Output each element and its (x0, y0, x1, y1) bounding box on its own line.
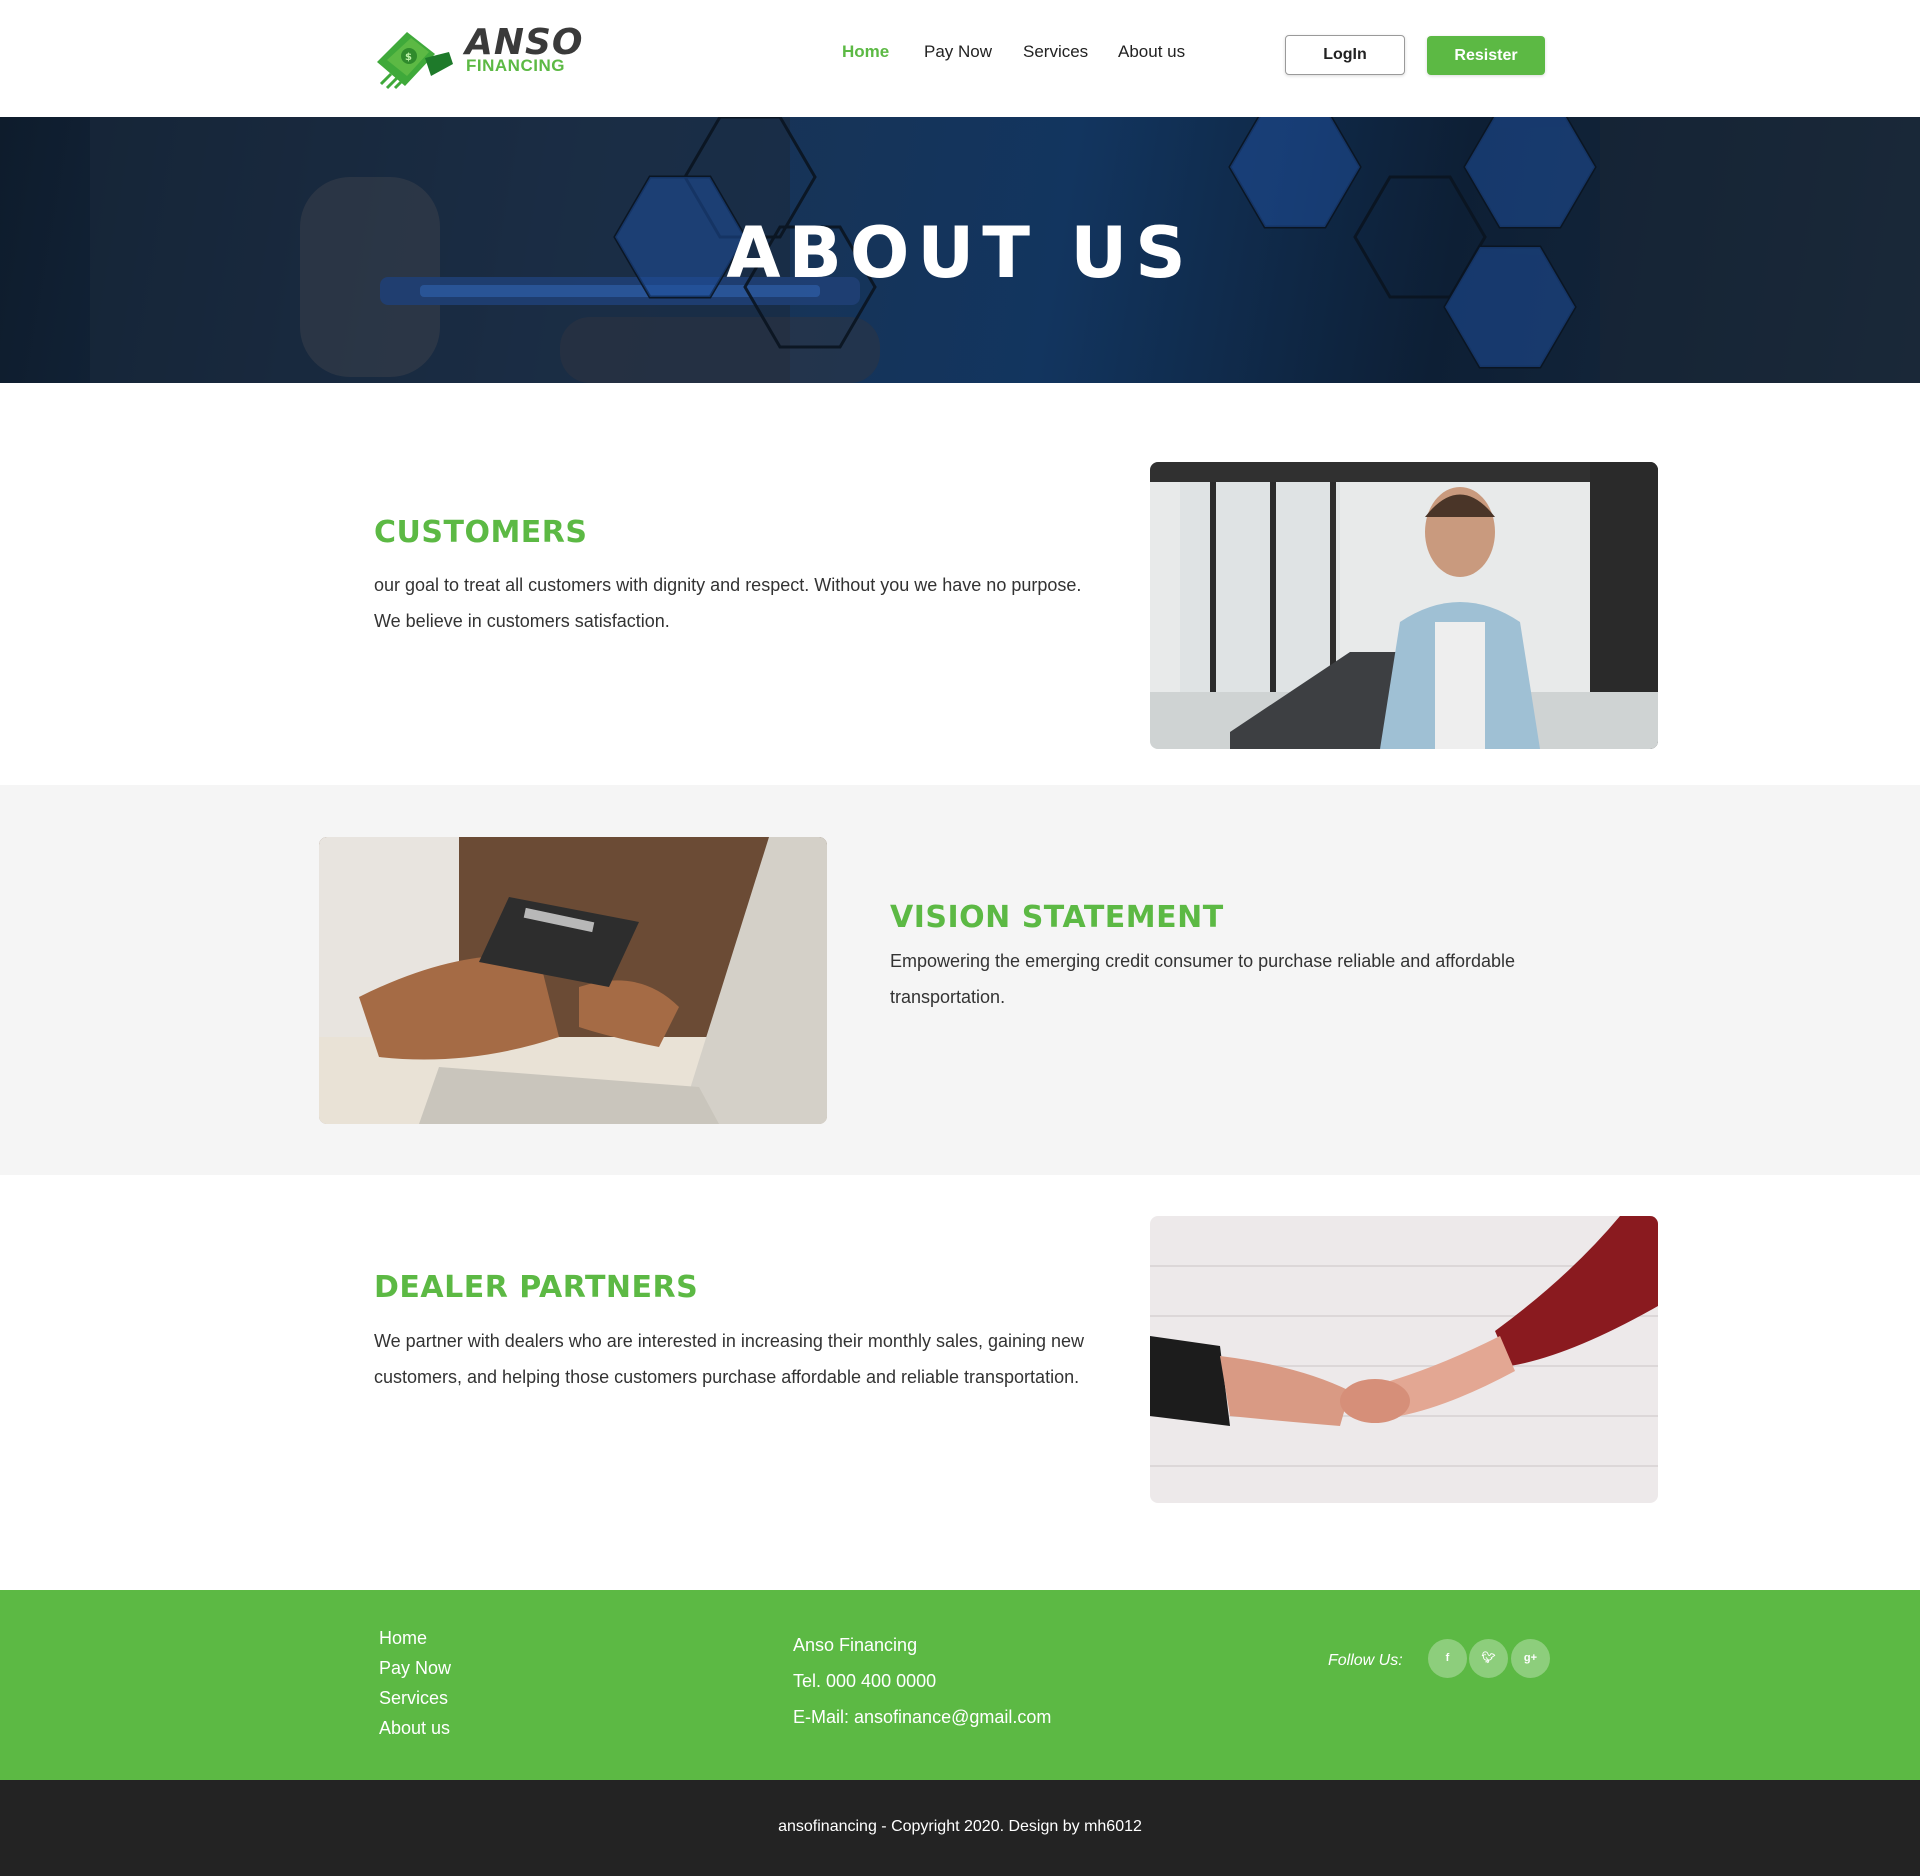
customers-text: our goal to treat all customers with dig… (374, 575, 1082, 631)
vision-photo (319, 837, 827, 1124)
footer-link-home[interactable]: Home (379, 1628, 427, 1649)
copyright-bar: ansofinancing - Copyright 2020. Design b… (0, 1780, 1920, 1876)
footer-link-about-us[interactable]: About us (379, 1718, 450, 1739)
nav-home[interactable]: Home (842, 42, 889, 62)
main-nav: Home Pay Now Services About us (0, 42, 1920, 72)
nav-services[interactable]: Services (1023, 42, 1088, 62)
footer-link-pay-now[interactable]: Pay Now (379, 1658, 451, 1679)
follow-us-label: Follow Us: (1328, 1652, 1403, 1669)
vision-text: Empowering the emerging credit consumer … (890, 951, 1516, 1007)
footer-email[interactable]: E-Mail: ansofinance@gmail.com (793, 1707, 1051, 1728)
facebook-icon[interactable]: f (1428, 1639, 1467, 1678)
copyright-text: ansofinancing - Copyright 2020. Design b… (778, 1818, 1142, 1835)
hero-banner: ABOUT US (0, 117, 1920, 383)
footer-link-services[interactable]: Services (379, 1688, 448, 1709)
register-button[interactable]: Resister (1427, 36, 1545, 75)
nav-pay-now[interactable]: Pay Now (924, 42, 992, 62)
dealer-partners-heading: DEALER PARTNERS (374, 1270, 699, 1305)
site-footer: Home Pay Now Services About us Anso Fina… (0, 1590, 1920, 1780)
login-button[interactable]: LogIn (1285, 35, 1405, 75)
twitter-icon[interactable]: 🐦︎ (1469, 1639, 1508, 1678)
footer-company-name: Anso Financing (793, 1635, 918, 1655)
vision-section: VISION STATEMENT Empowering the emerging… (0, 785, 1920, 1175)
customers-photo (1150, 462, 1658, 749)
vision-heading: VISION STATEMENT (890, 900, 1224, 935)
customers-section: CUSTOMERS our goal to treat all customer… (0, 383, 1920, 785)
dealer-partners-text: We partner with dealers who are interest… (374, 1331, 1085, 1387)
footer-phone: Tel. 000 400 0000 (793, 1671, 937, 1691)
customers-heading: CUSTOMERS (374, 515, 588, 550)
site-header: $ ANSO FINANCING Home Pay Now Services A… (0, 0, 1920, 117)
google-plus-icon[interactable]: g+ (1511, 1639, 1550, 1678)
nav-about-us[interactable]: About us (1118, 42, 1185, 62)
page-title: ABOUT US (726, 212, 1194, 294)
dealer-partners-section: DEALER PARTNERS We partner with dealers … (0, 1175, 1920, 1590)
handshake-photo (1150, 1216, 1658, 1503)
